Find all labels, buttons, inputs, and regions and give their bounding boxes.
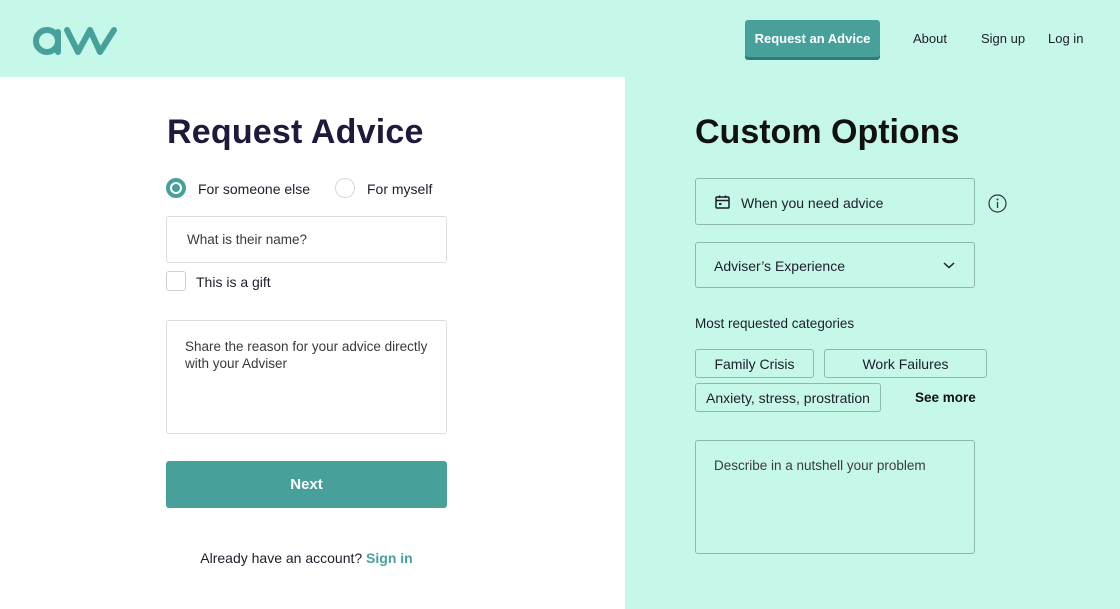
category-chip-anxiety[interactable]: Anxiety, stress, prostration <box>695 383 881 412</box>
sign-in-link[interactable]: Sign in <box>366 550 413 566</box>
request-advice-nav-button[interactable]: Request an Advice <box>745 20 880 57</box>
experience-dropdown-label: Adviser’s Experience <box>714 258 845 274</box>
nav-about-link[interactable]: About <box>913 31 947 46</box>
advisers-experience-dropdown[interactable]: Adviser’s Experience <box>695 242 975 288</box>
radio-label-myself: For myself <box>367 181 433 197</box>
account-prompt-row: Already have an account? Sign in <box>0 550 613 566</box>
recipient-name-input[interactable] <box>166 216 447 263</box>
radio-label-someone-else: For someone else <box>198 181 311 197</box>
gift-checkbox[interactable] <box>166 271 186 291</box>
custom-options-title: Custom Options <box>695 113 960 151</box>
chevron-down-icon <box>943 262 955 269</box>
when-you-need-advice-field[interactable]: When you need advice <box>695 178 975 225</box>
category-chip-work-failures[interactable]: Work Failures <box>824 349 987 378</box>
gift-checkbox-label: This is a gift <box>196 274 271 290</box>
categories-heading: Most requested categories <box>695 316 855 331</box>
radio-for-someone-else[interactable] <box>166 178 186 198</box>
info-icon[interactable] <box>988 194 1007 213</box>
category-chip-family-crisis[interactable]: Family Crisis <box>695 349 814 378</box>
radio-for-myself[interactable] <box>335 178 355 198</box>
nav-login-link[interactable]: Log in <box>1048 31 1083 46</box>
when-field-label: When you need advice <box>741 195 884 211</box>
see-more-link[interactable]: See more <box>915 390 976 405</box>
brand-logo[interactable] <box>32 24 120 58</box>
request-advice-title: Request Advice <box>167 113 424 151</box>
advice-reason-textarea[interactable] <box>166 320 447 434</box>
top-bar: Request an Advice About Sign up Log in <box>0 0 1120 77</box>
next-button[interactable]: Next <box>166 461 447 508</box>
problem-description-textarea[interactable] <box>695 440 975 554</box>
nav-signup-link[interactable]: Sign up <box>981 31 1025 46</box>
account-prompt-text: Already have an account? <box>200 550 363 566</box>
calendar-icon <box>715 195 730 209</box>
